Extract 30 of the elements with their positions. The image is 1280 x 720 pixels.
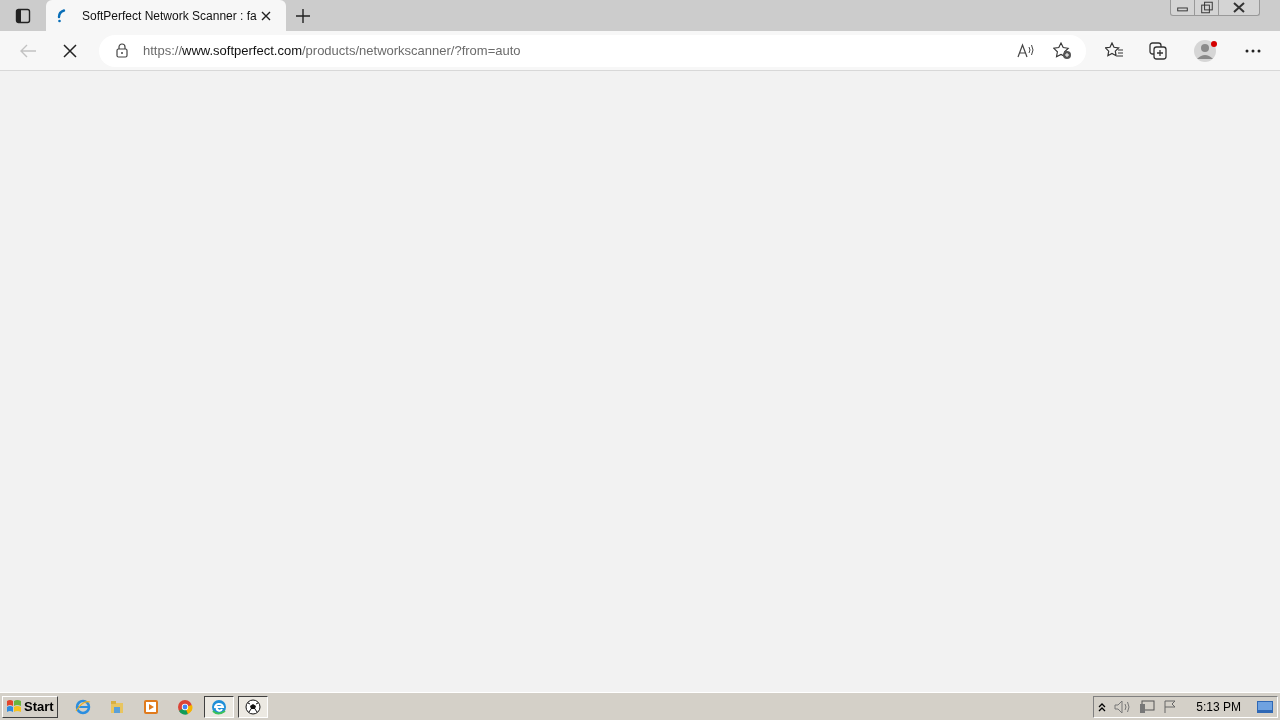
read-aloud-icon[interactable] [1017,42,1035,59]
media-player-icon [142,698,159,715]
profile-icon[interactable] [1194,38,1220,63]
start-button[interactable]: Start [2,695,58,718]
more-icon[interactable] [1245,48,1261,53]
browser-e-icon [74,698,91,715]
windows-logo-icon [6,699,22,714]
soccer-ball-icon [244,698,261,715]
folder-icon [108,698,125,715]
stop-icon[interactable] [63,43,77,58]
show-desktop-icon[interactable] [1257,700,1273,713]
tab-actions-icon[interactable] [15,7,31,24]
taskbar-button[interactable] [237,695,268,718]
browser-tab[interactable]: SoftPerfect Network Scanner : fa [46,0,286,31]
add-favorite-icon[interactable] [1053,41,1072,60]
chrome-icon [176,698,193,715]
close-tab-icon[interactable] [260,10,271,21]
edge-icon [210,698,227,715]
taskbar-button[interactable] [203,695,234,718]
url-text: https://www.softperfect.com/products/networkscanner/?from=auto [143,41,521,60]
lock-icon [116,43,128,58]
collections-icon[interactable] [1149,41,1167,60]
favorites-icon[interactable] [1105,42,1124,59]
speaker-icon[interactable] [1114,699,1132,714]
show-hidden-icon[interactable] [1098,701,1107,712]
address-bar[interactable]: https://www.softperfect.com/products/networkscanner/?from=auto [99,34,1086,67]
tab-title: SoftPerfect Network Scanner : fa [82,7,257,25]
clock: 5:13 PM [1196,698,1241,716]
network-icon[interactable] [1139,699,1156,714]
new-tab-icon[interactable] [296,9,310,23]
